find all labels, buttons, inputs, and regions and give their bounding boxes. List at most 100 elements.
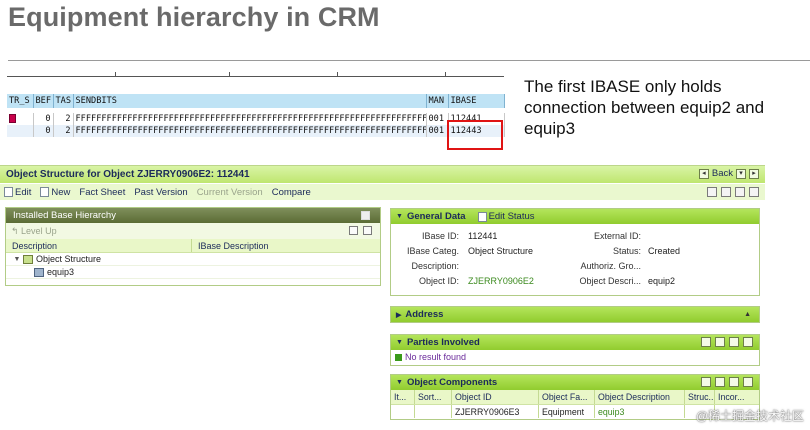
parties-involved-header[interactable]: ▼ Parties Involved — [391, 335, 759, 350]
col-header-item[interactable]: It... — [391, 390, 415, 404]
status-value: Created — [648, 245, 681, 256]
address-header[interactable]: ▶ Address ▲ — [391, 307, 759, 322]
past-version-button[interactable]: Past Version — [134, 187, 187, 198]
edit-button[interactable]: Edit — [4, 187, 31, 198]
address-panel: ▶ Address ▲ — [390, 306, 760, 323]
status-label: Status: — [612, 245, 641, 256]
external-id-label: External ID: — [593, 230, 641, 241]
col-header-object-family[interactable]: Object Fa... — [539, 390, 595, 404]
fact-sheet-button[interactable]: Fact Sheet — [79, 187, 125, 198]
annotation-note: The first IBASE only holds connection be… — [524, 77, 765, 138]
window-title: Object Structure for Object ZJERRY0906E2… — [6, 169, 250, 180]
collapse-icon[interactable] — [743, 337, 753, 347]
cell-object-description-link[interactable]: equip3 — [595, 405, 685, 418]
collapse-triangle-icon[interactable]: ▼ — [396, 213, 403, 220]
col-header-bef[interactable]: BEF — [33, 94, 54, 108]
help-icon[interactable] — [749, 187, 759, 197]
hierarchy-column-headers: Description IBase Description — [6, 239, 380, 253]
toolbar-utility-icons — [707, 187, 759, 197]
main-toolbar: Edit New Fact Sheet Past Version Current… — [0, 184, 765, 200]
collapse-icon[interactable] — [743, 377, 753, 387]
object-description-label: Object Descri... — [579, 275, 641, 286]
edit-status-button[interactable]: Edit Status — [477, 211, 535, 222]
current-version-button[interactable]: Current Version — [197, 187, 263, 198]
object-id-label: Object ID: — [418, 275, 459, 286]
ibase-highlight-box — [447, 120, 503, 150]
components-column-headers: It... Sort... Object ID Object Fa... Obj… — [391, 390, 759, 405]
col-header-tr-s[interactable]: TR_S — [7, 94, 34, 108]
tree-node-equip3[interactable]: equip3 — [6, 266, 380, 279]
collapse-triangle-icon[interactable]: ▼ — [396, 339, 403, 346]
general-data-panel: ▼ General Data Edit Status IBase ID: 112… — [390, 208, 760, 296]
col-header-description[interactable]: Description — [6, 239, 192, 252]
expand-icon[interactable]: ▲ — [744, 311, 751, 318]
cell-tas: 2 — [53, 113, 74, 125]
col-header-object-id[interactable]: Object ID — [452, 390, 539, 404]
ibase-category-value: Object Structure — [468, 245, 534, 256]
collapse-triangle-icon[interactable]: ▼ — [396, 379, 403, 386]
table-row[interactable]: 0 2 FFFFFFFFFFFFFFFFFFFFFFFFFFFFFFFFFFFF… — [7, 125, 505, 137]
sap-table-screenshot: TR_S BEF TAS SENDBITS MAN IBASE 0 2 FFFF… — [7, 72, 505, 152]
description-label: Description: — [411, 260, 459, 271]
watermark: @稀土掘金技术社区 — [695, 409, 804, 423]
form-row: IBase Categ. Object Structure Status: Cr… — [391, 243, 759, 258]
form-row: Object ID: ZJERRY0906E2 Object Descri...… — [391, 273, 759, 288]
back-button[interactable]: ◂ Back ▾ ▸ — [698, 168, 759, 179]
cell-bef: 0 — [33, 125, 54, 137]
personalize-icon[interactable] — [729, 377, 739, 387]
settings-icon[interactable] — [707, 187, 717, 197]
table-top-ruler — [7, 72, 504, 77]
personalize-icon[interactable] — [721, 187, 731, 197]
col-header-object-description[interactable]: Object Description — [595, 390, 685, 404]
col-header-sort[interactable]: Sort... — [415, 390, 452, 404]
col-header-incorrect[interactable]: Incor... — [715, 390, 759, 404]
compare-button[interactable]: Compare — [272, 187, 311, 198]
cell-object-family: Equipment — [539, 405, 595, 418]
tree-node-object-structure[interactable]: ▼ Object Structure — [6, 253, 380, 266]
installed-base-hierarchy-panel: Installed Base Hierarchy ↰ Level Up Desc… — [5, 207, 381, 286]
cell-man: 001 — [426, 125, 449, 137]
object-id-link[interactable]: ZJERRY0906E2 — [459, 276, 554, 286]
equipment-icon — [34, 267, 44, 277]
insert-icon[interactable] — [701, 377, 711, 387]
panel-header: Installed Base Hierarchy — [6, 208, 380, 223]
personalize-icon[interactable] — [729, 337, 739, 347]
level-up-button[interactable]: ↰ Level Up — [11, 226, 57, 237]
collapse-icon[interactable] — [361, 211, 370, 220]
personalize-icon[interactable] — [363, 226, 372, 235]
col-header-structure[interactable]: Struc... — [685, 390, 715, 404]
cell-sort — [415, 405, 452, 418]
title-divider — [8, 60, 810, 61]
expand-triangle-icon[interactable]: ▶ — [396, 311, 401, 319]
back-arrow-icon: ◂ — [698, 168, 709, 179]
col-header-man[interactable]: MAN — [426, 94, 449, 108]
object-structure-icon — [23, 254, 33, 264]
cell-item — [391, 405, 415, 418]
insert-icon[interactable] — [701, 337, 711, 347]
print-icon[interactable] — [349, 226, 358, 235]
col-header-sendbits[interactable]: SENDBITS — [73, 94, 427, 108]
table-settings-icon[interactable] — [715, 337, 725, 347]
print-icon[interactable] — [735, 187, 745, 197]
back-label: Back — [711, 168, 733, 179]
chevron-down-icon[interactable]: ▾ — [736, 168, 746, 179]
object-components-header[interactable]: ▼ Object Components — [391, 375, 759, 390]
tree-expand-icon[interactable]: ▼ — [13, 256, 21, 263]
forward-arrow-icon[interactable]: ▸ — [749, 168, 759, 179]
row-selector[interactable] — [7, 113, 34, 125]
edit-icon — [477, 211, 487, 222]
new-button[interactable]: New — [40, 187, 70, 198]
row-selector[interactable] — [7, 125, 34, 137]
general-data-form: IBase ID: 112441 External ID: IBase Cate… — [391, 224, 759, 288]
no-result-message: No result found — [391, 350, 759, 364]
table-settings-icon[interactable] — [715, 377, 725, 387]
cell-sendbits: FFFFFFFFFFFFFFFFFFFFFFFFFFFFFFFFFFFFFFFF… — [73, 113, 427, 125]
col-header-ibase-description[interactable]: IBase Description — [192, 239, 269, 252]
general-data-header[interactable]: ▼ General Data Edit Status — [391, 209, 759, 224]
slide-title: Equipment hierarchy in CRM — [8, 2, 380, 32]
col-header-ibase[interactable]: IBASE — [448, 94, 505, 108]
window-titlebar: Object Structure for Object ZJERRY0906E2… — [0, 166, 765, 183]
col-header-tas[interactable]: TAS — [53, 94, 74, 108]
table-row[interactable]: 0 2 FFFFFFFFFFFFFFFFFFFFFFFFFFFFFFFFFFFF… — [7, 113, 505, 125]
cell-tas: 2 — [53, 125, 74, 137]
